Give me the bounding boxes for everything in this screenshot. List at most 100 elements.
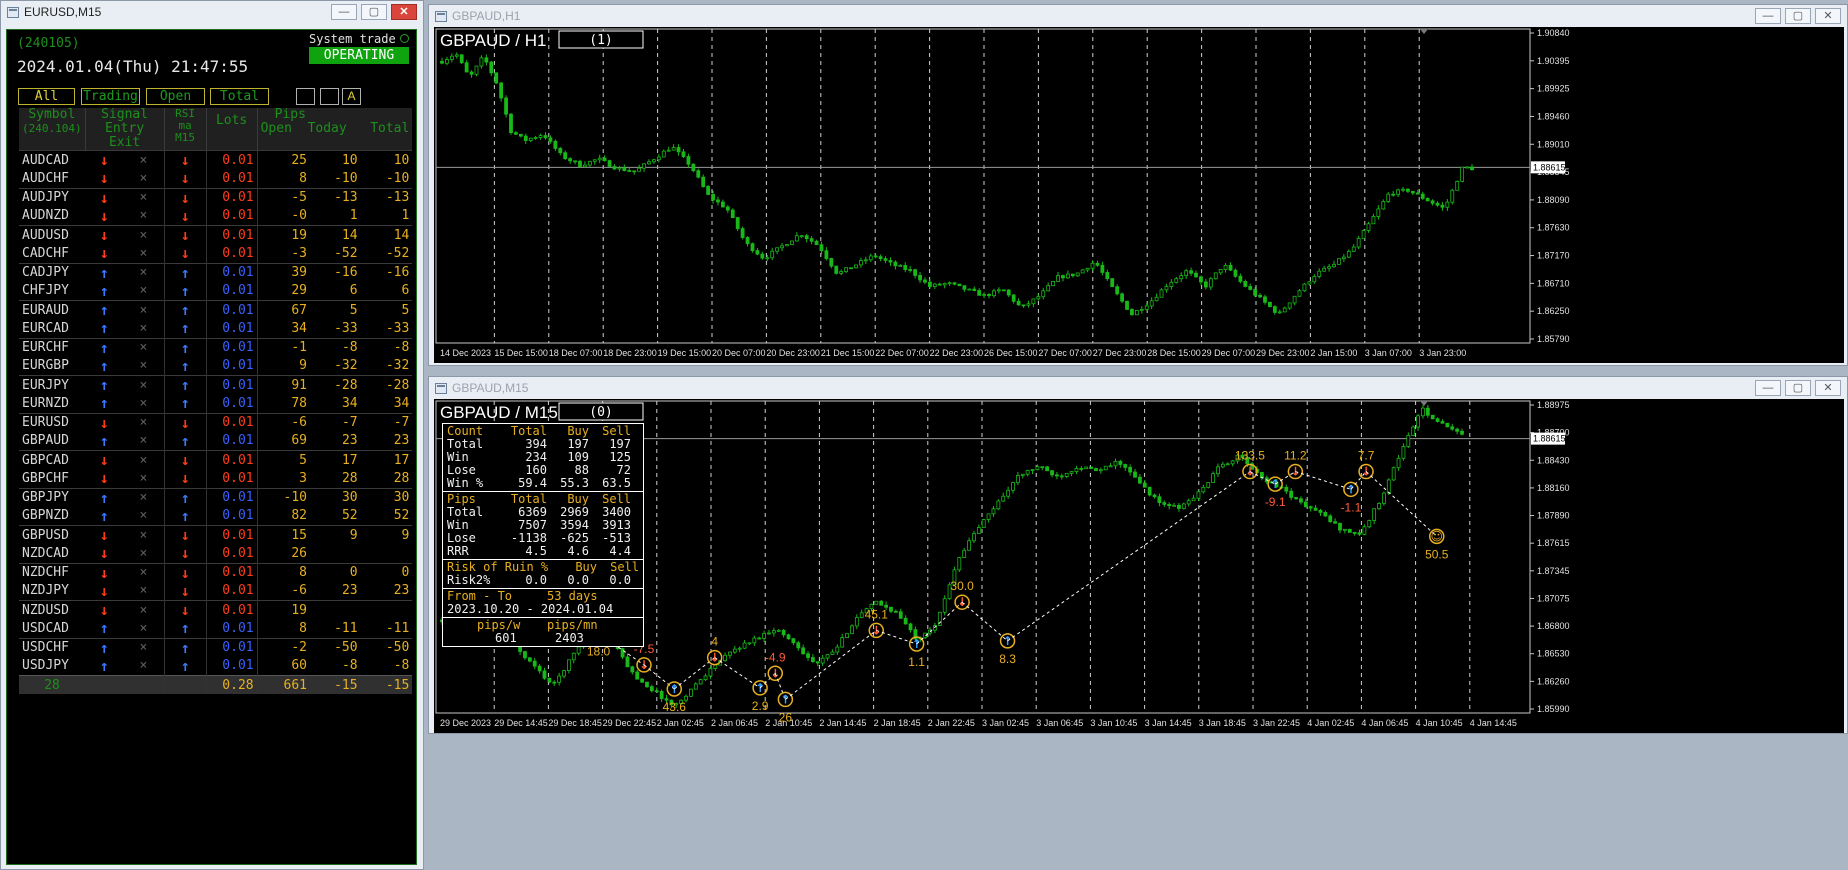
candle-body: [879, 600, 884, 606]
filter-total-button[interactable]: Total: [210, 88, 269, 105]
toggle-blank-1[interactable]: [296, 88, 315, 105]
maximize-button[interactable]: ▢: [361, 4, 387, 20]
close-button[interactable]: ✕: [1815, 8, 1841, 24]
table-row[interactable]: EURCHF ↑ × ↑ 0.01 -1 -8 -8: [19, 337, 413, 357]
candle-body: [1181, 503, 1186, 509]
gbpaud-h1-window: GBPAUD,H1 — ▢ ✕ 14 Dec 2023 15 Dec 15:00 1…: [428, 4, 1848, 366]
filter-trading-button[interactable]: Trading: [81, 88, 140, 105]
chart-symbol-label: GBPAUD / H1: [440, 31, 546, 50]
lots-cell: 0.01: [205, 225, 258, 245]
y-tick-label: 1.87170: [1537, 251, 1570, 261]
filter-open-button[interactable]: Open: [146, 88, 205, 105]
table-row[interactable]: EURGBP ↑ × ↑ 0.01 9 -32 -32: [19, 356, 412, 376]
table-row[interactable]: NZDJPY ↓ × ↓ 0.01 -6 23 23: [19, 581, 412, 601]
candle-body: [1164, 286, 1169, 291]
table-row[interactable]: GBPCHF ↓ × ↓ 0.01 3 28 28: [19, 469, 412, 488]
table-row[interactable]: NZDCAD ↓ × ↓ 0.01 26: [19, 544, 412, 563]
system-status-badge[interactable]: OPERATING: [309, 47, 409, 64]
lots-cell: 0.01: [205, 300, 258, 320]
maximize-button[interactable]: ▢: [1785, 8, 1811, 24]
candle-body: [1115, 286, 1120, 295]
minimize-button[interactable]: —: [331, 4, 357, 20]
table-row[interactable]: CADJPY ↑ × ↑ 0.01 39 -16 -16: [19, 262, 413, 282]
close-button[interactable]: ✕: [1815, 380, 1841, 396]
candle-body: [509, 113, 513, 134]
window-titlebar[interactable]: GBPAUD,H1 — ▢ ✕: [429, 5, 1847, 27]
window-titlebar[interactable]: GBPAUD,M15 — ▢ ✕: [429, 377, 1847, 399]
candle-body: [637, 167, 642, 172]
candle-body: [962, 285, 967, 290]
table-row[interactable]: EURNZD ↑ × ↑ 0.01 78 34 34: [19, 394, 412, 413]
table-row[interactable]: EURAUD ↑ × ↑ 0.01 67 5 5: [19, 300, 413, 320]
candle-body: [1289, 490, 1294, 498]
table-row[interactable]: USDJPY ↑ × ↑ 0.01 60 -8 -8: [19, 656, 412, 676]
close-button[interactable]: ✕: [391, 4, 417, 20]
candle-body: [1381, 201, 1386, 210]
col-open: Open: [260, 121, 292, 136]
table-row[interactable]: GBPCAD ↓ × ↓ 0.01 5 17 17: [19, 450, 413, 470]
candle-body: [671, 147, 676, 151]
entry-arrow-icon: ↑: [99, 619, 109, 638]
minimize-button[interactable]: —: [1755, 8, 1781, 24]
candle-body: [537, 665, 542, 672]
candle-body: [942, 283, 947, 286]
entry-arrow-icon: ↑: [85, 300, 124, 320]
candle-body: [1211, 473, 1216, 483]
window-titlebar[interactable]: EURUSD,M15 — ▢ ✕: [1, 1, 423, 23]
minimize-button[interactable]: —: [1755, 380, 1781, 396]
table-row[interactable]: GBPUSD ↓ × ↓ 0.01 15 9 9: [19, 525, 413, 545]
rsi-arrow-icon: ↓: [163, 206, 207, 226]
x-tick-label: 18 Dec 23:00: [603, 348, 657, 358]
table-row[interactable]: AUDCAD ↓ × ↓ 0.01 25 10 10: [19, 150, 413, 170]
table-row[interactable]: EURJPY ↑ × ↑ 0.01 91 -28 -28: [19, 375, 413, 395]
table-row[interactable]: CADCHF ↓ × ↓ 0.01 -3 -52 -52: [19, 244, 412, 263]
candle-body: [659, 691, 664, 700]
candle-body: [1094, 468, 1098, 472]
toggle-a-button[interactable]: A: [342, 88, 361, 105]
h1-price-chart[interactable]: 14 Dec 2023 15 Dec 15:00 18 Dec 07:00 18 De…: [434, 27, 1844, 363]
m15-price-chart[interactable]: 29 Dec 2023 29 Dec 14:45 29 Dec 18:45 29 De…: [434, 399, 1844, 733]
candle-body: [1001, 289, 1006, 292]
candle-body: [1396, 457, 1401, 469]
candle-body: [1367, 520, 1372, 528]
entry-arrow-icon: ↑: [85, 375, 124, 395]
entry-arrow-icon: ↓: [99, 581, 109, 600]
h1-chart-area[interactable]: 14 Dec 2023 15 Dec 15:00 18 Dec 07:00 18 De…: [434, 27, 1844, 363]
maximize-button[interactable]: ▢: [1785, 380, 1811, 396]
symbol-cell: AUDNZD: [22, 208, 69, 224]
filter-all-button[interactable]: All: [18, 88, 75, 105]
table-row[interactable]: EURUSD ↓ × ↓ 0.01 -6 -7 -7: [19, 412, 413, 432]
y-tick-label: 1.88090: [1537, 195, 1570, 205]
candle-body: [781, 629, 786, 636]
table-row[interactable]: USDCHF ↑ × ↑ 0.01 -2 -50 -50: [19, 637, 413, 657]
candle-body: [571, 652, 576, 661]
table-row[interactable]: GBPAUD ↑ × ↑ 0.01 69 23 23: [19, 431, 412, 451]
table-row[interactable]: GBPJPY ↑ × ↑ 0.01 -10 30 30: [19, 487, 413, 507]
table-row[interactable]: AUDUSD ↓ × ↓ 0.01 19 14 14: [19, 225, 413, 245]
candle-body: [576, 646, 581, 654]
table-row[interactable]: AUDNZD ↓ × ↓ 0.01 -0 1 1: [19, 206, 412, 226]
m15-chart-area[interactable]: 29 Dec 2023 29 Dec 14:45 29 Dec 18:45 29 De…: [434, 399, 1844, 733]
open-pips-cell: 67: [256, 300, 310, 320]
exit-cell: ×: [139, 245, 148, 261]
candle-body: [776, 629, 781, 632]
table-row[interactable]: USDCAD ↑ × ↑ 0.01 8 -11 -11: [19, 619, 412, 638]
trade-pips-label: 26: [779, 710, 793, 724]
candle-body: [1287, 302, 1292, 309]
table-row[interactable]: GBPNZD ↑ × ↑ 0.01 82 52 52: [19, 506, 412, 526]
table-row[interactable]: EURCAD ↑ × ↑ 0.01 34 -33 -33: [19, 319, 412, 338]
candle-body: [982, 294, 987, 296]
rsi-arrow-icon: ↑: [163, 637, 207, 657]
lots-cell: 0.01: [205, 150, 258, 170]
lots-cell: 0.01: [205, 544, 258, 563]
x-tick-label: 2 Jan 22:45: [928, 718, 975, 728]
open-pips-cell: 5: [256, 450, 310, 470]
table-row[interactable]: NZDCHF ↓ × ↓ 0.01 8 0 0: [19, 562, 413, 582]
table-row[interactable]: NZDUSD ↓ × ↓ 0.01 19: [19, 600, 413, 620]
table-row[interactable]: AUDJPY ↓ × ↓ 0.01 -5 -13 -13: [19, 187, 413, 207]
toggle-blank-2[interactable]: [320, 88, 339, 105]
table-row[interactable]: AUDCHF ↓ × ↓ 0.01 8 -10 -10: [19, 169, 412, 188]
table-row[interactable]: CHFJPY ↑ × ↑ 0.01 29 6 6: [19, 281, 412, 301]
exit-cell: ×: [123, 487, 165, 507]
candle-body: [972, 533, 976, 542]
